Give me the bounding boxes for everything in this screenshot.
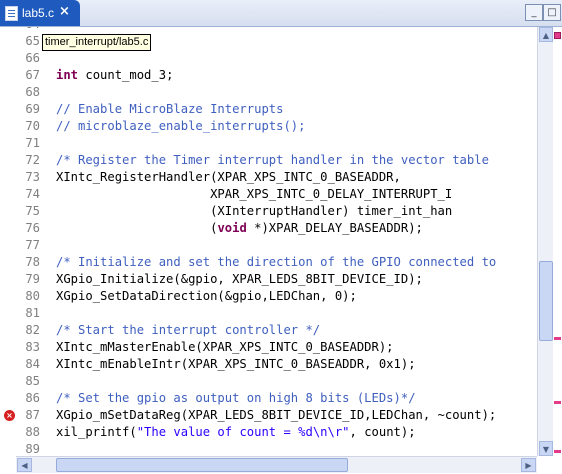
line-number: 74 — [25, 187, 40, 201]
vertical-scrollbar[interactable]: ▲ ▼ — [537, 27, 554, 456]
line-number: 68 — [25, 85, 40, 99]
code-text: XIntc_mEnableIntr(XPAR_XPS_INTC_0_BASEAD… — [56, 356, 416, 373]
line-number: 67 — [25, 68, 40, 82]
code-text: XGpio_Initialize(&gpio, XPAR_LEDS_8BIT_D… — [56, 271, 423, 288]
code-text: /* Initialize and set the direction of t… — [56, 254, 496, 271]
line-number: 73 — [25, 170, 40, 184]
code-token: void — [217, 221, 247, 235]
code-token: XIntc_RegisterHandler(XPAR_XPS_INTC_0_BA… — [56, 170, 401, 184]
minimize-button[interactable]: _ — [525, 4, 543, 21]
line-number: 85 — [25, 374, 40, 388]
code-token: /* Initialize and set the direction of t… — [56, 255, 497, 269]
code-text: XIntc_mMasterEnable(XPAR_XPS_INTC_0_BASE… — [56, 339, 394, 356]
line-number: 77 — [25, 238, 40, 252]
code-token: *)XPAR_DELAY_BASEADDR); — [246, 221, 423, 235]
code-token: /* Start the interrupt controller */ — [56, 323, 321, 337]
code-token: , count); — [349, 425, 416, 439]
code-text: (void *)XPAR_DELAY_BASEADDR); — [56, 220, 423, 237]
line-number: 69 — [25, 102, 40, 116]
code-token: int — [56, 68, 79, 82]
line-number: 76 — [25, 221, 40, 235]
code-text: XGpio_mSetDataReg(XPAR_LEDS_8BIT_DEVICE_… — [56, 407, 496, 424]
code-token: /* Register the Timer interrupt handler … — [56, 153, 489, 167]
scroll-down-arrow-icon[interactable]: ▼ — [539, 441, 553, 456]
code-token: xil_printf( — [56, 425, 137, 439]
error-marker[interactable] — [554, 337, 561, 340]
line-number: 78 — [25, 255, 40, 269]
line-number: 80 — [25, 289, 40, 303]
line-number: 70 — [25, 119, 40, 133]
close-tab-icon[interactable]: × — [59, 4, 70, 19]
code-text: XIntc_RegisterHandler(XPAR_XPS_INTC_0_BA… — [56, 169, 401, 186]
code-token: count_mod_3; — [78, 68, 174, 82]
annotation-ruler: × — [0, 27, 16, 456]
line-number: 89 — [25, 442, 40, 456]
line-number: 65 — [25, 34, 40, 48]
error-marker[interactable] — [554, 450, 561, 453]
error-icon[interactable]: × — [4, 410, 15, 421]
line-number: 66 — [25, 51, 40, 65]
code-token: // microblaze_enable_interrupts(); — [56, 119, 306, 133]
horizontal-scrollbar[interactable]: ◀ ▶ — [16, 456, 537, 473]
code-token: XPAR_XPS_INTC_0_DELAY_INTERRUPT_I — [56, 187, 453, 201]
tab-lab5-c[interactable]: lab5.c × — [0, 0, 80, 26]
line-number: 86 — [25, 391, 40, 405]
horizontal-scroll-thumb[interactable] — [56, 458, 348, 472]
tab-label: lab5.c — [22, 6, 55, 20]
code-token: (XInterruptHandler) timer_int_han — [56, 204, 453, 218]
line-number: 79 — [25, 272, 40, 286]
maximize-button[interactable]: □ — [543, 4, 561, 21]
line-number: 88 — [25, 425, 40, 439]
line-number: 75 — [25, 204, 40, 218]
code-text: // Enable MicroBlaze Interrupts — [56, 101, 283, 118]
code-text: // microblaze_enable_interrupts(); — [56, 118, 305, 135]
line-number: 84 — [25, 357, 40, 371]
code-token: XGpio_SetDataDirection(&gpio,LEDChan, 0)… — [56, 289, 357, 303]
line-number: 71 — [25, 136, 40, 150]
error-marker[interactable] — [554, 401, 561, 404]
code-token: XGpio_mSetDataReg(XPAR_LEDS_8BIT_DEVICE_… — [56, 408, 497, 422]
code-text: int count_mod_3; — [56, 67, 173, 84]
code-editor[interactable]: 64656667int count_mod_3;6869// Enable Mi… — [16, 27, 537, 456]
line-number: 81 — [25, 306, 40, 320]
code-text: (XInterruptHandler) timer_int_han — [56, 203, 452, 220]
code-text: xil_printf("The value of count = %d\n\r"… — [56, 424, 416, 441]
vertical-scroll-thumb[interactable] — [539, 261, 553, 341]
scroll-right-arrow-icon[interactable]: ▶ — [521, 458, 536, 472]
line-number: 83 — [25, 340, 40, 354]
code-text: XPAR_XPS_INTC_0_DELAY_INTERRUPT_I — [56, 186, 452, 203]
editor-tab-bar: lab5.c × _ □ — [0, 0, 562, 27]
code-text: /* Register the Timer interrupt handler … — [56, 152, 489, 169]
code-text: XGpio_SetDataDirection(&gpio,LEDChan, 0)… — [56, 288, 357, 305]
code-token: XIntc_mEnableIntr(XPAR_XPS_INTC_0_BASEAD… — [56, 357, 416, 371]
scroll-left-arrow-icon[interactable]: ◀ — [17, 458, 32, 472]
error-summary-marker[interactable] — [554, 32, 561, 39]
line-number: 87 — [25, 408, 40, 422]
c-file-icon — [5, 6, 18, 21]
code-token: XIntc_mMasterEnable(XPAR_XPS_INTC_0_BASE… — [56, 340, 394, 354]
file-path-tooltip: timer_interrupt/lab5.c — [42, 34, 152, 51]
code-token: // Enable MicroBlaze Interrupts — [56, 102, 284, 116]
scroll-up-arrow-icon[interactable]: ▲ — [539, 27, 553, 42]
code-token: XGpio_Initialize(&gpio, XPAR_LEDS_8BIT_D… — [56, 272, 423, 286]
line-number: 82 — [25, 323, 40, 337]
line-number: 72 — [25, 153, 40, 167]
code-text: /* Start the interrupt controller */ — [56, 322, 320, 339]
code-token: "The value of count = %d\n\r" — [136, 425, 350, 439]
code-text: /* Set the gpio as output on high 8 bits… — [56, 390, 416, 407]
code-token: ( — [56, 221, 218, 235]
overview-ruler[interactable] — [553, 27, 562, 472]
code-token: /* Set the gpio as output on high 8 bits… — [56, 391, 416, 405]
